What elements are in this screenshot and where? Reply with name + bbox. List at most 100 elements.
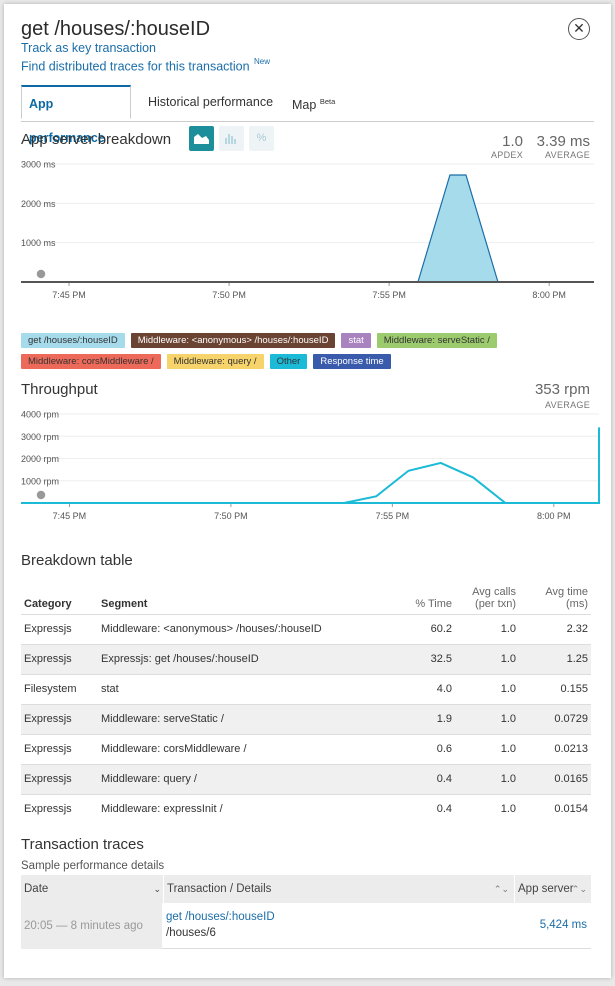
- x-tick-label: 7:50 PM: [212, 290, 246, 300]
- avg-time-cell: 0.0729: [519, 703, 591, 734]
- table-row[interactable]: Filesystem stat 4.0 1.0 0.155: [21, 673, 591, 704]
- x-tick-label: 7:50 PM: [214, 511, 248, 521]
- col-date[interactable]: Date ⌄: [24, 875, 161, 903]
- apdex-value: 1.0: [502, 133, 523, 150]
- trace-row[interactable]: 20:05 — 8 minutes ago get /houses/:house…: [21, 903, 591, 949]
- table-row[interactable]: Expressjs Middleware: serveStatic /1.9 1.0…: [21, 703, 591, 734]
- y-tick-label: 4000 rpm: [21, 410, 59, 420]
- series-area: [21, 174, 594, 283]
- avg-time-cell: 1.25: [519, 643, 591, 674]
- page-title: get /houses/:houseID: [21, 18, 211, 40]
- col-app-server[interactable]: App server ⌃⌄: [514, 875, 591, 903]
- pct-time-cell: 0.4: [381, 763, 455, 794]
- legend-item[interactable]: stat: [341, 333, 371, 348]
- trace-app-server-time[interactable]: 5,424 ms: [540, 919, 587, 931]
- avg-calls-cell: 1.0: [455, 793, 519, 824]
- close-button[interactable]: ✕: [568, 18, 590, 40]
- avg-calls-cell: 1.0: [455, 673, 519, 704]
- sort-icon: ⌃⌄: [493, 884, 509, 894]
- legend-item[interactable]: Response time: [313, 354, 391, 369]
- legend-item[interactable]: Other: [269, 354, 308, 369]
- throughput-value: 353 rpm: [534, 381, 590, 398]
- segment-cell: Expressjs: get /houses/:houseID: [98, 643, 381, 674]
- app-server-title: App server breakdown: [21, 131, 172, 148]
- table-row[interactable]: Expressjs Middleware: query /0.4 1.0 0.0165: [21, 763, 591, 794]
- y-tick-label: 1000 ms: [21, 238, 56, 248]
- legend-item[interactable]: Middleware: query /: [166, 354, 264, 369]
- col-pct-time[interactable]: % Time: [381, 574, 455, 614]
- marker-dot-icon: [35, 489, 47, 501]
- col-avg-calls[interactable]: Avg calls (per txn): [455, 574, 519, 614]
- avg-calls-cell: 1.0: [455, 733, 519, 764]
- close-icon: ✕: [573, 20, 585, 36]
- table-row[interactable]: Expressjs Middleware: <anonymous> /houses…: [21, 613, 591, 644]
- avg-calls-cell: 1.0: [455, 643, 519, 674]
- col-avg-calls-label: Avg calls (per txn): [472, 585, 516, 610]
- category-cell: Expressjs: [21, 763, 98, 794]
- pct-time-cell: 1.9: [381, 703, 455, 734]
- x-tick-label: 7:45 PM: [53, 511, 87, 521]
- legend-item[interactable]: Middleware: <anonymous> /houses/:houseID: [130, 333, 336, 348]
- breakdown-table: Category Segment % Time Avg calls (per t…: [21, 574, 591, 824]
- col-transaction[interactable]: Transaction / Details ⌃⌄: [163, 875, 513, 903]
- legend-item[interactable]: Middleware: corsMiddleware /: [21, 354, 161, 369]
- pct-time-cell: 4.0: [381, 673, 455, 704]
- col-segment[interactable]: Segment: [98, 574, 381, 614]
- category-cell: Expressjs: [21, 643, 98, 674]
- segment-cell: Middleware: query /: [98, 763, 381, 794]
- legend-item[interactable]: Middleware: serveStatic /: [376, 333, 497, 348]
- app-server-chart: 3000 ms 2000 ms 1000 ms 7:45 PM 7:50 PM 7:55 …: [21, 160, 594, 300]
- breakdown-title: Breakdown table: [21, 552, 133, 569]
- y-tick-label: 1000 rpm: [21, 476, 59, 486]
- segment-cell: Middleware: expressInit /: [98, 793, 381, 824]
- percent-toggle[interactable]: %: [249, 126, 274, 151]
- pct-time-cell: 0.6: [381, 733, 455, 764]
- traces-title: Transaction traces: [21, 836, 144, 853]
- throughput-title: Throughput: [21, 381, 98, 398]
- y-tick-label: 3000 rpm: [21, 432, 59, 442]
- traces-header: Date ⌄ Transaction / Details ⌃⌄ App serv…: [21, 875, 591, 903]
- table-row[interactable]: Expressjs Expressjs: get /houses/:houseID…: [21, 643, 591, 674]
- pct-time-cell: 32.5: [381, 643, 455, 674]
- bar-chart-icon: [225, 134, 236, 144]
- y-tick-label: 2000 rpm: [21, 454, 59, 464]
- avg-time-cell: 0.0165: [519, 763, 591, 794]
- category-cell: Filesystem: [21, 673, 98, 704]
- area-chart-icon: [194, 134, 209, 144]
- tab-app-performance[interactable]: App performance: [21, 85, 131, 145]
- table-row[interactable]: Expressjs Middleware: expressInit /0.4 1.0…: [21, 793, 591, 824]
- distributed-traces-link[interactable]: Find distributed traces for this transac…: [21, 59, 250, 73]
- col-avg-time[interactable]: Avg time (ms): [519, 574, 591, 614]
- x-tick-label: 8:00 PM: [532, 290, 566, 300]
- track-key-transaction-link[interactable]: Track as key transaction: [21, 41, 156, 55]
- marker-dot-icon: [35, 268, 47, 280]
- tab-divider: [21, 121, 594, 122]
- x-tick-label: 7:45 PM: [52, 290, 86, 300]
- category-cell: Expressjs: [21, 703, 98, 734]
- traces-subtitle: Sample performance details: [21, 860, 165, 872]
- col-date-label: Date: [24, 883, 49, 895]
- stacked-chart-toggle[interactable]: [219, 126, 244, 151]
- series-line: [21, 427, 600, 504]
- trace-detail: /houses/6: [166, 927, 216, 939]
- tab-historical-performance[interactable]: Historical performance: [141, 85, 280, 119]
- trace-transaction-link[interactable]: get /houses/:houseID: [166, 911, 275, 923]
- x-tick-label: 7:55 PM: [376, 511, 410, 521]
- y-tick-label: 3000 ms: [21, 160, 56, 170]
- segment-cell: stat: [98, 673, 381, 704]
- new-badge: New: [254, 57, 271, 66]
- avg-time-cell: 2.32: [519, 613, 591, 644]
- area-chart-toggle[interactable]: [189, 126, 214, 151]
- table-row[interactable]: Expressjs Middleware: corsMiddleware /0.6…: [21, 733, 591, 764]
- col-category[interactable]: Category: [21, 574, 98, 614]
- pct-time-cell: 60.2: [381, 613, 455, 644]
- col-app-server-label: App server: [518, 883, 574, 895]
- segment-cell: Middleware: serveStatic /: [98, 703, 381, 734]
- segment-cell: Middleware: corsMiddleware /: [98, 733, 381, 764]
- avg-time-cell: 0.0213: [519, 733, 591, 764]
- beta-badge: Beta: [319, 97, 336, 106]
- col-transaction-label: Transaction / Details: [167, 883, 272, 895]
- legend-item[interactable]: get /houses/:houseID: [21, 333, 125, 348]
- tab-map[interactable]: Map Beta: [285, 85, 342, 119]
- sort-icon: ⌃⌄: [571, 884, 587, 894]
